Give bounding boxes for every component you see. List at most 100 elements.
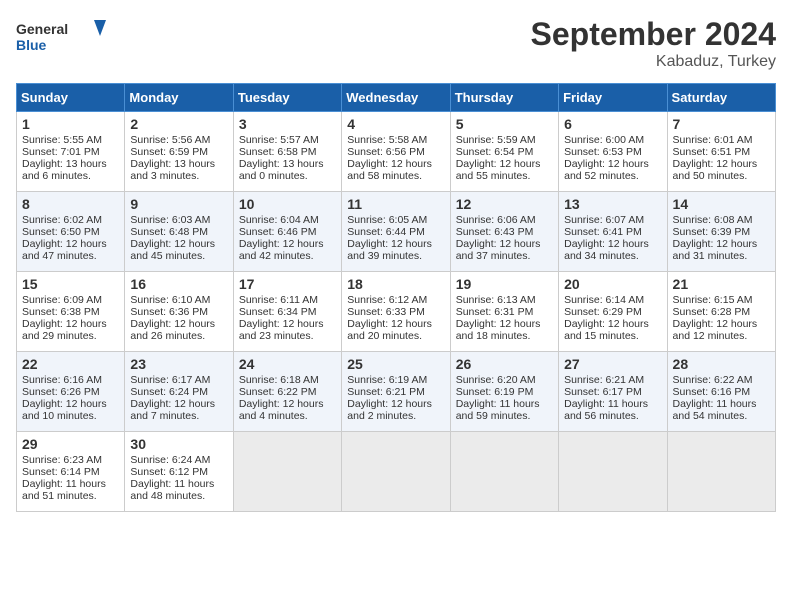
calendar-day-16: 16 Sunrise: 6:10 AM Sunset: 6:36 PM Dayl…	[125, 272, 233, 352]
calendar-day-27: 27 Sunrise: 6:21 AM Sunset: 6:17 PM Dayl…	[559, 352, 667, 432]
month-title: September 2024	[531, 16, 776, 53]
calendar-day-24: 24 Sunrise: 6:18 AM Sunset: 6:22 PM Dayl…	[233, 352, 341, 432]
sunset: Sunset: 6:31 PM	[456, 306, 534, 318]
sunset: Sunset: 6:48 PM	[130, 226, 208, 238]
calendar-header-friday: Friday	[559, 84, 667, 112]
daylight-label: Daylight: 12 hours and 39 minutes.	[347, 238, 432, 262]
sunset: Sunset: 6:36 PM	[130, 306, 208, 318]
calendar-header-sunday: Sunday	[17, 84, 125, 112]
calendar-day-3: 3 Sunrise: 5:57 AM Sunset: 6:58 PM Dayli…	[233, 112, 341, 192]
day-number: 6	[564, 116, 661, 132]
sunset: Sunset: 6:17 PM	[564, 386, 642, 398]
day-number: 23	[130, 356, 227, 372]
calendar-day-12: 12 Sunrise: 6:06 AM Sunset: 6:43 PM Dayl…	[450, 192, 558, 272]
sunset: Sunset: 6:33 PM	[347, 306, 425, 318]
sunrise: Sunrise: 6:07 AM	[564, 214, 644, 226]
calendar-day-29: 29 Sunrise: 6:23 AM Sunset: 6:14 PM Dayl…	[17, 432, 125, 512]
daylight-label: Daylight: 12 hours and 37 minutes.	[456, 238, 541, 262]
sunset: Sunset: 6:58 PM	[239, 146, 317, 158]
daylight-label: Daylight: 12 hours and 31 minutes.	[673, 238, 758, 262]
calendar-week-row: 29 Sunrise: 6:23 AM Sunset: 6:14 PM Dayl…	[17, 432, 776, 512]
day-number: 25	[347, 356, 444, 372]
day-number: 24	[239, 356, 336, 372]
daylight-label: Daylight: 11 hours and 59 minutes.	[456, 398, 540, 422]
daylight-label: Daylight: 11 hours and 54 minutes.	[673, 398, 757, 422]
sunrise: Sunrise: 6:06 AM	[456, 214, 536, 226]
day-number: 3	[239, 116, 336, 132]
sunset: Sunset: 6:50 PM	[22, 226, 100, 238]
location-subtitle: Kabaduz, Turkey	[531, 53, 776, 71]
daylight-label: Daylight: 12 hours and 12 minutes.	[673, 318, 758, 342]
calendar-table: SundayMondayTuesdayWednesdayThursdayFrid…	[16, 83, 776, 512]
sunset: Sunset: 6:59 PM	[130, 146, 208, 158]
sunset: Sunset: 6:24 PM	[130, 386, 208, 398]
calendar-week-row: 8 Sunrise: 6:02 AM Sunset: 6:50 PM Dayli…	[17, 192, 776, 272]
page-header: General Blue September 2024 Kabaduz, Tur…	[16, 16, 776, 71]
day-number: 1	[22, 116, 119, 132]
sunrise: Sunrise: 6:12 AM	[347, 294, 427, 306]
daylight-label: Daylight: 12 hours and 55 minutes.	[456, 158, 541, 182]
daylight-label: Daylight: 12 hours and 45 minutes.	[130, 238, 215, 262]
sunrise: Sunrise: 6:24 AM	[130, 454, 210, 466]
calendar-day-26: 26 Sunrise: 6:20 AM Sunset: 6:19 PM Dayl…	[450, 352, 558, 432]
calendar-day-empty	[342, 432, 450, 512]
daylight-label: Daylight: 11 hours and 51 minutes.	[22, 478, 106, 502]
calendar-header-thursday: Thursday	[450, 84, 558, 112]
sunset: Sunset: 6:34 PM	[239, 306, 317, 318]
calendar-day-5: 5 Sunrise: 5:59 AM Sunset: 6:54 PM Dayli…	[450, 112, 558, 192]
sunset: Sunset: 6:54 PM	[456, 146, 534, 158]
day-number: 7	[673, 116, 770, 132]
daylight-label: Daylight: 13 hours and 6 minutes.	[22, 158, 107, 182]
daylight-label: Daylight: 12 hours and 26 minutes.	[130, 318, 215, 342]
daylight-label: Daylight: 11 hours and 56 minutes.	[564, 398, 648, 422]
sunset: Sunset: 6:14 PM	[22, 466, 100, 478]
logo-svg: General Blue	[16, 16, 106, 56]
day-number: 27	[564, 356, 661, 372]
sunrise: Sunrise: 6:21 AM	[564, 374, 644, 386]
calendar-day-2: 2 Sunrise: 5:56 AM Sunset: 6:59 PM Dayli…	[125, 112, 233, 192]
sunrise: Sunrise: 6:04 AM	[239, 214, 319, 226]
calendar-day-23: 23 Sunrise: 6:17 AM Sunset: 6:24 PM Dayl…	[125, 352, 233, 432]
svg-text:Blue: Blue	[16, 37, 47, 53]
calendar-day-4: 4 Sunrise: 5:58 AM Sunset: 6:56 PM Dayli…	[342, 112, 450, 192]
daylight-label: Daylight: 12 hours and 23 minutes.	[239, 318, 324, 342]
calendar-day-28: 28 Sunrise: 6:22 AM Sunset: 6:16 PM Dayl…	[667, 352, 775, 432]
day-number: 5	[456, 116, 553, 132]
sunset: Sunset: 6:44 PM	[347, 226, 425, 238]
day-number: 26	[456, 356, 553, 372]
sunset: Sunset: 6:41 PM	[564, 226, 642, 238]
calendar-day-empty	[233, 432, 341, 512]
calendar-day-7: 7 Sunrise: 6:01 AM Sunset: 6:51 PM Dayli…	[667, 112, 775, 192]
sunrise: Sunrise: 6:00 AM	[564, 134, 644, 146]
day-number: 29	[22, 436, 119, 452]
sunrise: Sunrise: 6:10 AM	[130, 294, 210, 306]
sunset: Sunset: 6:26 PM	[22, 386, 100, 398]
sunrise: Sunrise: 6:11 AM	[239, 294, 318, 306]
sunset: Sunset: 6:28 PM	[673, 306, 751, 318]
sunrise: Sunrise: 6:15 AM	[673, 294, 753, 306]
daylight-label: Daylight: 11 hours and 48 minutes.	[130, 478, 214, 502]
day-number: 30	[130, 436, 227, 452]
calendar-header-row: SundayMondayTuesdayWednesdayThursdayFrid…	[17, 84, 776, 112]
calendar-header-tuesday: Tuesday	[233, 84, 341, 112]
sunset: Sunset: 6:39 PM	[673, 226, 751, 238]
sunrise: Sunrise: 6:19 AM	[347, 374, 427, 386]
sunrise: Sunrise: 6:02 AM	[22, 214, 102, 226]
day-number: 4	[347, 116, 444, 132]
daylight-label: Daylight: 12 hours and 15 minutes.	[564, 318, 649, 342]
calendar-day-empty	[559, 432, 667, 512]
day-number: 15	[22, 276, 119, 292]
day-number: 18	[347, 276, 444, 292]
daylight-label: Daylight: 12 hours and 58 minutes.	[347, 158, 432, 182]
sunrise: Sunrise: 6:23 AM	[22, 454, 102, 466]
sunset: Sunset: 6:46 PM	[239, 226, 317, 238]
sunrise: Sunrise: 5:55 AM	[22, 134, 102, 146]
day-number: 14	[673, 196, 770, 212]
calendar-day-11: 11 Sunrise: 6:05 AM Sunset: 6:44 PM Dayl…	[342, 192, 450, 272]
calendar-day-14: 14 Sunrise: 6:08 AM Sunset: 6:39 PM Dayl…	[667, 192, 775, 272]
logo: General Blue	[16, 16, 106, 56]
sunrise: Sunrise: 6:16 AM	[22, 374, 102, 386]
daylight-label: Daylight: 13 hours and 0 minutes.	[239, 158, 324, 182]
daylight-label: Daylight: 12 hours and 10 minutes.	[22, 398, 107, 422]
calendar-day-25: 25 Sunrise: 6:19 AM Sunset: 6:21 PM Dayl…	[342, 352, 450, 432]
